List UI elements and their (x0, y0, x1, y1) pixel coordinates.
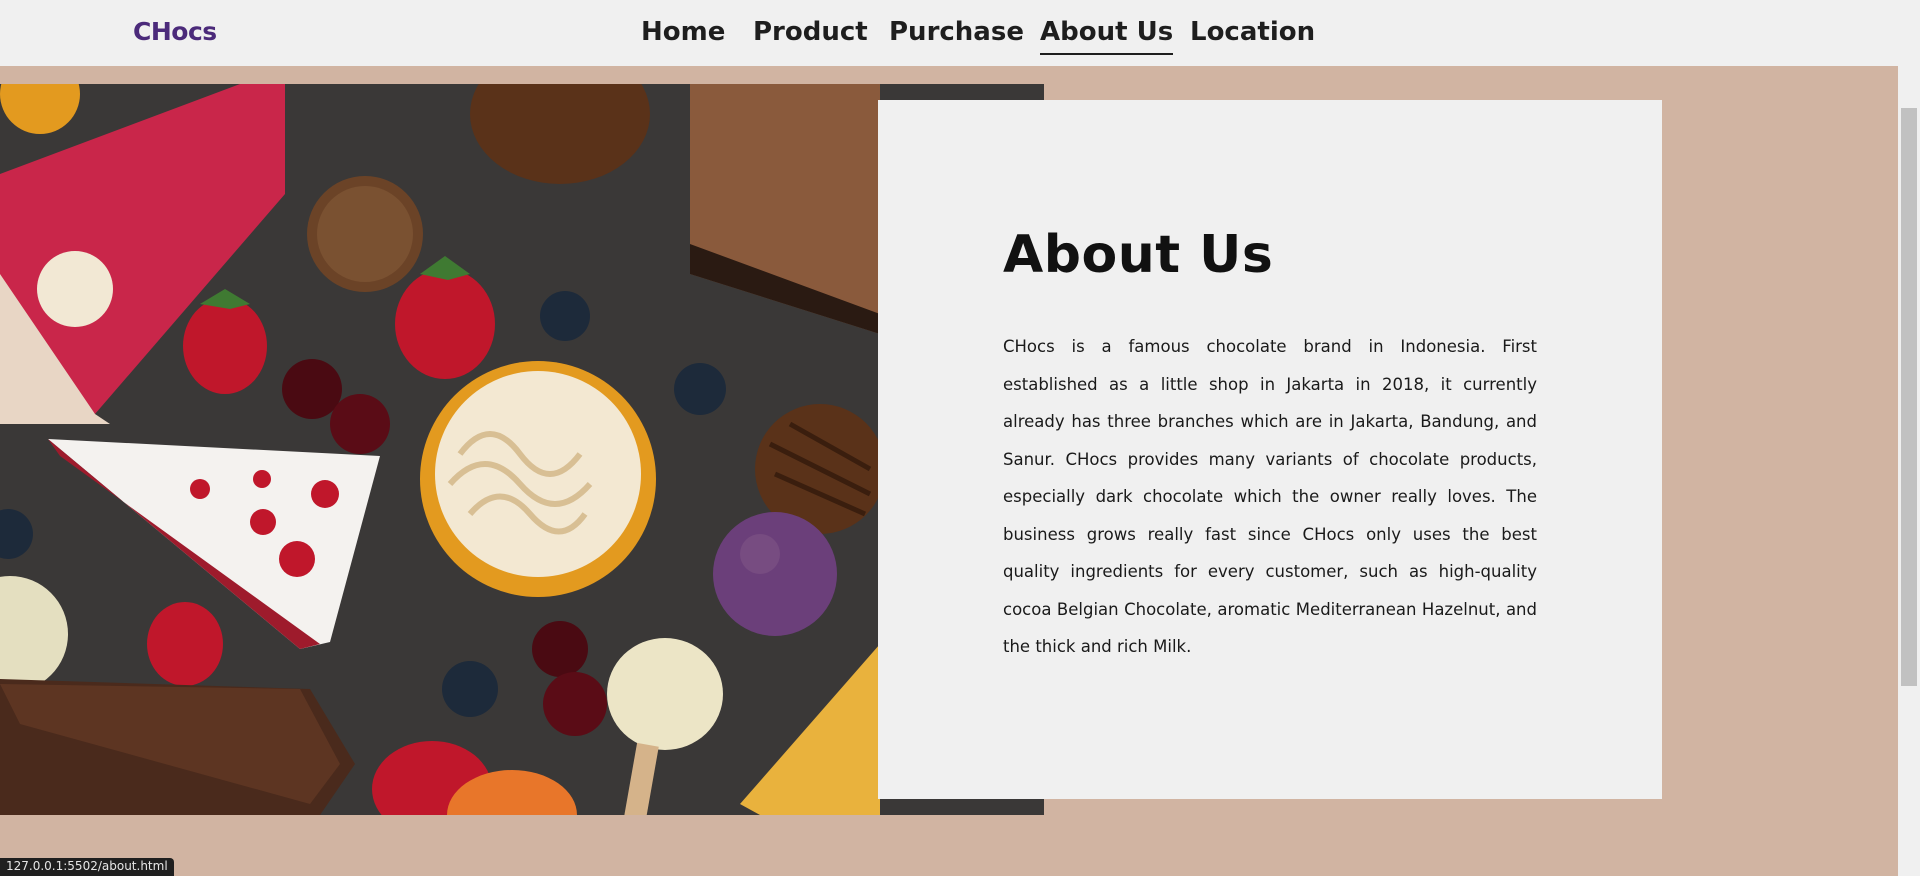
navbar: CHocs Home Product Purchase About Us Loc… (0, 0, 1898, 66)
nav-link-product[interactable]: Product (753, 17, 868, 53)
about-us-card: About Us CHocs is a famous chocolate bra… (878, 100, 1662, 799)
nav-link-purchase[interactable]: Purchase (889, 17, 1024, 53)
nav-link-about-us[interactable]: About Us (1040, 17, 1174, 55)
about-us-description: CHocs is a famous chocolate brand in Ind… (1003, 337, 1537, 656)
scrollbar-thumb[interactable] (1901, 108, 1917, 686)
nav-link-home[interactable]: Home (641, 17, 725, 53)
status-bar-url: 127.0.0.1:5502/about.html (0, 858, 174, 876)
about-us-heading: About Us (1003, 225, 1274, 285)
nav-links: Home Product Purchase About Us Location (0, 17, 1898, 57)
nav-link-location[interactable]: Location (1190, 17, 1315, 53)
